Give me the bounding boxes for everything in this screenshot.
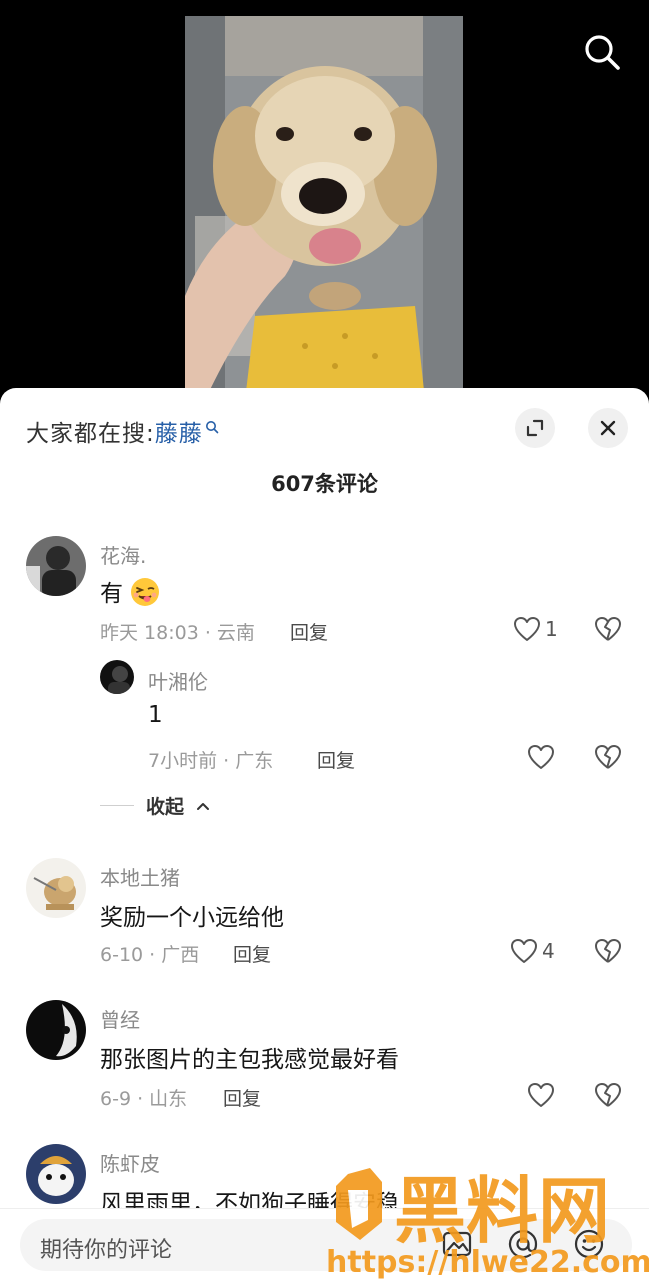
dislike-button[interactable] — [594, 744, 622, 774]
collapse-replies-button[interactable]: 收起 — [100, 792, 210, 819]
emoji-button[interactable] — [572, 1227, 606, 1265]
comment-time-location: 昨天 18:03 · 云南 — [100, 622, 255, 644]
mention-button[interactable] — [506, 1227, 540, 1265]
like-button[interactable] — [527, 744, 555, 770]
reply-username[interactable]: 叶湘伦 — [148, 666, 208, 695]
comment-username[interactable]: 本地土猪 — [100, 862, 180, 891]
emoji-icon — [574, 1229, 604, 1259]
comment-input-placeholder: 期待你的评论 — [40, 1238, 173, 1263]
image-button[interactable] — [440, 1227, 474, 1265]
broken-heart-icon — [595, 939, 621, 963]
comment-count: 607条评论 — [271, 472, 378, 496]
small-search-icon — [205, 414, 219, 440]
comment-text: 奖励一个小远给他 — [100, 905, 284, 931]
reply-time-location: 7小时前 · 广东 — [148, 750, 274, 772]
like-count: 1 — [545, 617, 558, 641]
like-count: 4 — [542, 939, 555, 963]
expand-button[interactable] — [515, 408, 555, 448]
broken-heart-icon — [595, 617, 621, 641]
comment-input[interactable]: 期待你的评论 — [20, 1219, 632, 1271]
at-icon — [508, 1229, 538, 1259]
comment-time-location: 6-9 · 山东 — [100, 1088, 188, 1110]
comment-time-location: 6-10 · 广西 — [100, 944, 200, 966]
reply-avatar[interactable] — [100, 660, 134, 694]
comment-text: 那张图片的主包我感觉最好看 — [100, 1047, 399, 1073]
reply-text: 1 — [148, 702, 163, 728]
reply-button[interactable]: 回复 — [317, 746, 355, 773]
broken-heart-icon — [595, 1083, 621, 1107]
avatar[interactable] — [26, 1144, 86, 1204]
hot-search-prefix: 大家都在搜: — [26, 421, 155, 447]
wink-tongue-emoji — [130, 577, 160, 613]
reply-button[interactable]: 回复 — [223, 1084, 261, 1111]
reply-button[interactable]: 回复 — [290, 618, 328, 645]
comment-panel: 大家都在搜:藤藤 607条评论 花海. 有 昨天 18:03 · 云南 回复 1… — [0, 388, 649, 1280]
search-icon — [585, 35, 620, 70]
like-button[interactable]: 4 — [510, 938, 555, 964]
comment-text: 有 — [100, 574, 160, 613]
avatar[interactable] — [26, 536, 86, 596]
divider-line — [100, 805, 134, 806]
heart-icon — [514, 617, 540, 641]
dislike-button[interactable] — [594, 938, 622, 968]
comment-username[interactable]: 陈虾皮 — [100, 1148, 160, 1177]
hot-search: 大家都在搜:藤藤 — [26, 414, 219, 448]
close-button[interactable] — [588, 408, 628, 448]
like-button[interactable]: 1 — [513, 616, 558, 642]
video-frame-golden-puppy[interactable] — [185, 16, 463, 400]
comment-username[interactable]: 曾经 — [100, 1004, 140, 1033]
avatar[interactable] — [26, 858, 86, 918]
broken-heart-icon — [595, 745, 621, 769]
video-player[interactable] — [0, 0, 649, 400]
heart-icon — [528, 745, 554, 769]
dislike-button[interactable] — [594, 616, 622, 646]
comment-text-content: 有 — [100, 581, 123, 607]
close-icon — [600, 420, 616, 436]
heart-icon — [511, 939, 537, 963]
expand-icon — [526, 419, 544, 437]
puppy-video-still — [185, 16, 463, 400]
hot-search-keyword[interactable]: 藤藤 — [155, 421, 203, 447]
reply-button[interactable]: 回复 — [233, 940, 271, 967]
chevron-up-icon — [197, 802, 210, 810]
image-icon — [442, 1231, 472, 1257]
search-button[interactable] — [580, 30, 624, 74]
heart-icon — [528, 1083, 554, 1107]
comment-input-bar: 期待你的评论 — [0, 1208, 649, 1280]
dislike-button[interactable] — [594, 1082, 622, 1112]
avatar[interactable] — [26, 1000, 86, 1060]
collapse-label: 收起 — [146, 796, 185, 818]
like-button[interactable] — [527, 1082, 555, 1108]
comment-username[interactable]: 花海. — [100, 540, 146, 569]
